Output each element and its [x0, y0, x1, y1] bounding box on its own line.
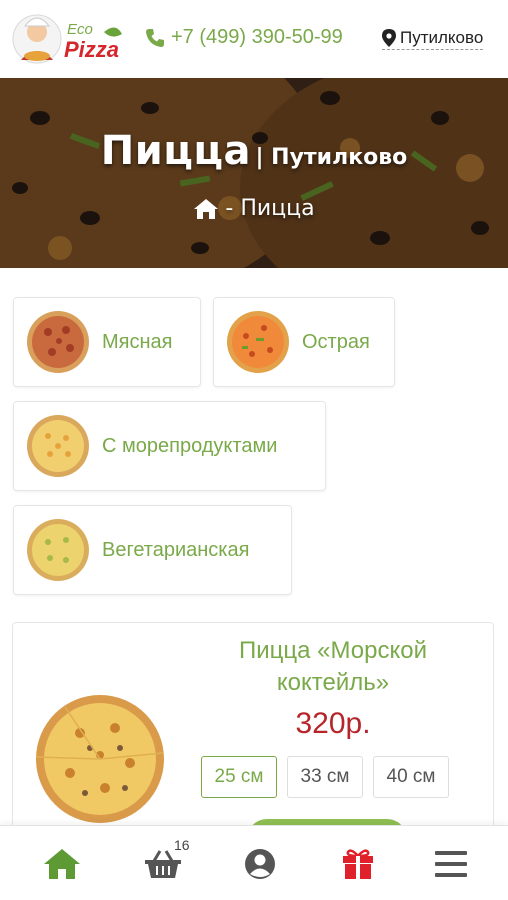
category-meat[interactable]: Мясная: [13, 297, 201, 387]
nav-menu[interactable]: [431, 844, 471, 884]
location-selector[interactable]: Путилково: [382, 28, 484, 50]
cart-count-badge: 16: [174, 837, 190, 853]
phone-icon: [146, 28, 164, 47]
pizza-seafood-image: [27, 415, 89, 477]
logo-text-pizza: Pizza: [64, 37, 119, 62]
breadcrumb: - Пицца: [0, 196, 508, 221]
home-icon: [44, 849, 80, 879]
gift-icon: [343, 849, 373, 879]
map-marker-icon: [382, 29, 396, 47]
category-label: Вегетарианская: [102, 538, 250, 561]
pizza-vegetarian-image: [27, 519, 89, 581]
category-label: Мясная: [102, 330, 173, 353]
size-option-33[interactable]: 33 см: [287, 756, 363, 798]
size-option-25[interactable]: 25 см: [201, 756, 277, 798]
size-option-40[interactable]: 40 см: [373, 756, 449, 798]
category-spicy[interactable]: Острая: [213, 297, 395, 387]
pizza-spicy-image: [227, 311, 289, 373]
location-label: Путилково: [400, 28, 484, 47]
header: Eco Pizza +7 (499) 390-50-99 Путилково: [0, 0, 508, 78]
breadcrumb-current: - Пицца: [225, 196, 315, 221]
category-seafood[interactable]: С морепродуктами: [13, 401, 326, 491]
menu-icon: [435, 851, 467, 877]
home-icon[interactable]: [193, 198, 219, 220]
page-title-city: | Путилково: [255, 145, 408, 170]
hero-banner: Пицца | Путилково - Пицца: [0, 78, 508, 268]
page-title: Пицца | Путилково: [0, 128, 508, 174]
logo-text-eco: Eco: [67, 21, 93, 38]
user-icon: [245, 849, 275, 879]
category-vegetarian[interactable]: Вегетарианская: [13, 505, 292, 595]
nav-account[interactable]: [240, 844, 280, 884]
bottom-nav: 16: [0, 825, 508, 900]
nav-home[interactable]: [42, 844, 82, 884]
product-price: 320р.: [295, 707, 371, 740]
category-label: С морепродуктами: [102, 434, 278, 457]
phone-link[interactable]: +7 (499) 390-50-99: [145, 26, 343, 49]
pizza-meat-image: [27, 311, 89, 373]
nav-gifts[interactable]: [338, 844, 378, 884]
category-label: Острая: [302, 330, 370, 353]
logo[interactable]: Eco Pizza: [12, 12, 124, 66]
phone-number: +7 (499) 390-50-99: [171, 26, 343, 48]
product-name[interactable]: Пицца «Морской коктейль»: [203, 635, 463, 699]
size-selector: 25 см 33 см 40 см: [201, 756, 449, 798]
product-image[interactable]: [25, 693, 175, 825]
page-title-main: Пицца: [100, 128, 252, 174]
basket-icon: [145, 850, 181, 878]
